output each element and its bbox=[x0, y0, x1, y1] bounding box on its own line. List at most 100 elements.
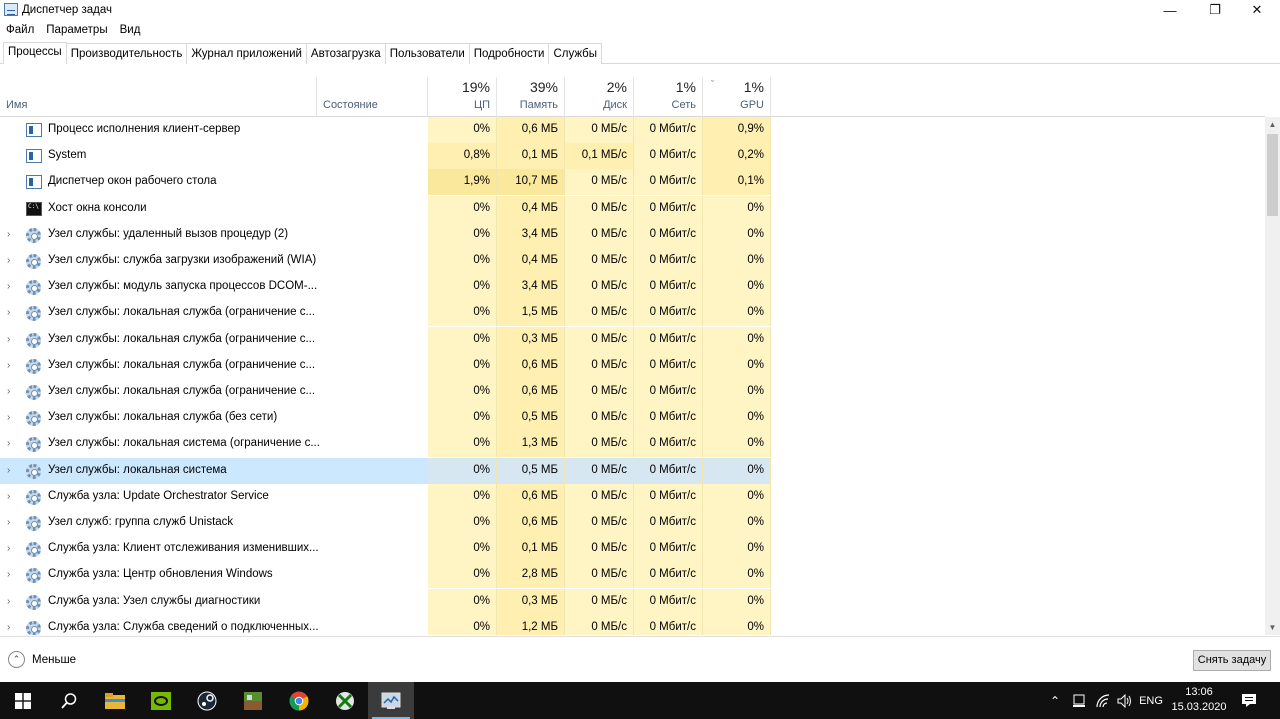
expand-chevron-icon[interactable]: › bbox=[7, 307, 10, 318]
expand-chevron-icon[interactable]: › bbox=[7, 255, 10, 266]
scroll-down-icon[interactable]: ▼ bbox=[1265, 620, 1280, 635]
collapse-icon[interactable]: ⌃ bbox=[8, 651, 25, 668]
network-cell: 0 Мбит/с bbox=[634, 458, 703, 484]
start-button[interactable] bbox=[0, 682, 46, 719]
expand-chevron-icon[interactable]: › bbox=[7, 386, 10, 397]
cpu-cell: 0% bbox=[428, 484, 497, 510]
process-row[interactable]: Диспетчер окон рабочего стола 1,9% 10,7 МБ… bbox=[0, 169, 1265, 195]
tab-startup[interactable]: Автозагрузка bbox=[305, 43, 386, 64]
header-memory[interactable]: 39% Память bbox=[497, 77, 565, 117]
process-row[interactable]: › Служба узла: Узел службы диагностики 0% 0… bbox=[0, 589, 1265, 615]
expand-chevron-icon[interactable]: › bbox=[7, 491, 10, 502]
header-gpu[interactable]: ˇ 1% GPU bbox=[703, 77, 771, 117]
tray-chevron-icon[interactable]: ⌃ bbox=[1046, 682, 1064, 719]
process-row[interactable]: › Узел службы: локальная служба (ограниче… bbox=[0, 300, 1265, 326]
tray-network[interactable] bbox=[1092, 682, 1114, 719]
process-row[interactable]: System 0,8% 0,1 МБ 0,1 МБ/с 0 Мбит/с 0,2% bbox=[0, 143, 1265, 169]
tray-language[interactable]: ENG bbox=[1136, 682, 1166, 719]
expand-chevron-icon[interactable]: › bbox=[7, 229, 10, 240]
process-name-cell: › Узел службы: удаленный вызов процедур (… bbox=[0, 222, 317, 248]
header-cpu[interactable]: 19% ЦП bbox=[428, 77, 497, 117]
taskbar-nvidia[interactable] bbox=[138, 682, 184, 719]
menu-options[interactable]: Параметры bbox=[40, 21, 113, 40]
expand-chevron-icon[interactable]: › bbox=[7, 412, 10, 423]
minimize-button[interactable]: — bbox=[1147, 0, 1193, 20]
process-row[interactable]: › Узел службы: локальная служба (ограниче… bbox=[0, 353, 1265, 379]
header-name[interactable]: Имя bbox=[0, 77, 317, 117]
expand-chevron-icon[interactable]: › bbox=[7, 281, 10, 292]
tab-services[interactable]: Службы bbox=[548, 43, 603, 64]
expand-chevron-icon[interactable]: › bbox=[7, 360, 10, 371]
scroll-up-icon[interactable]: ▲ bbox=[1265, 117, 1280, 132]
process-name: Узел службы: локальная служба (ограничен… bbox=[48, 359, 316, 371]
process-name: Узел службы: служба загрузки изображений… bbox=[48, 254, 317, 266]
process-row[interactable]: › Служба узла: Центр обновления Windows 0%… bbox=[0, 562, 1265, 588]
taskbar-task-manager[interactable] bbox=[368, 682, 414, 719]
maximize-button[interactable]: ❐ bbox=[1192, 0, 1238, 20]
expand-chevron-icon[interactable]: › bbox=[7, 596, 10, 607]
menu-file[interactable]: Файл bbox=[0, 21, 40, 40]
fewer-details-link[interactable]: Меньше bbox=[32, 654, 76, 666]
scroll-thumb[interactable] bbox=[1267, 134, 1278, 216]
disk-cell: 0 МБ/с bbox=[565, 169, 634, 195]
notification-icon bbox=[1242, 694, 1256, 707]
header-network-label: Сеть bbox=[671, 99, 696, 111]
process-name-cell: › Служба узла: Центр обновления Windows bbox=[0, 562, 317, 588]
header-network[interactable]: 1% Сеть bbox=[634, 77, 703, 117]
tray-volume[interactable] bbox=[1114, 682, 1136, 719]
process-row[interactable]: Хост окна консоли0%0,4 МБ0 МБ/с0 Мбит/с0… bbox=[0, 196, 1265, 222]
memory-cell: 0,6 МБ bbox=[497, 353, 565, 379]
header-state[interactable]: Состояние bbox=[317, 77, 428, 117]
process-state-cell bbox=[317, 615, 428, 635]
taskbar-steam[interactable] bbox=[184, 682, 230, 719]
header-disk-label: Диск bbox=[603, 99, 627, 111]
process-row[interactable]: › Узел служб: группа служб Unistack 0% 0,6 … bbox=[0, 510, 1265, 536]
header-gpu-label: GPU bbox=[740, 99, 764, 111]
disk-cell: 0 МБ/с bbox=[565, 379, 634, 405]
action-center[interactable] bbox=[1234, 682, 1264, 719]
menu-view[interactable]: Вид bbox=[114, 21, 147, 40]
process-name: Служба узла: Служба сведений о подключен… bbox=[48, 621, 319, 633]
expand-chevron-icon[interactable]: › bbox=[7, 334, 10, 345]
process-row[interactable]: › Узел службы: модуль запуска процессов D… bbox=[0, 274, 1265, 300]
expand-chevron-icon[interactable]: › bbox=[7, 438, 10, 449]
expand-chevron-icon[interactable]: › bbox=[7, 622, 10, 633]
process-row[interactable]: › Служба узла: Клиент отслеживания измени… bbox=[0, 536, 1265, 562]
process-name: Служба узла: Update Orchestrator Service bbox=[48, 490, 269, 502]
cpu-cell: 0% bbox=[428, 510, 497, 536]
close-button[interactable]: ✕ bbox=[1234, 0, 1280, 20]
process-row[interactable]: › Узел службы: локальная служба (ограниче… bbox=[0, 327, 1265, 353]
process-row[interactable]: › Узел службы: удаленный вызов процедур (… bbox=[0, 222, 1265, 248]
process-row[interactable]: › Узел службы: локальная система (огранич… bbox=[0, 431, 1265, 457]
process-name-cell: › Узел службы: локальная служба (ограниче… bbox=[0, 327, 317, 353]
taskbar-xbox[interactable] bbox=[322, 682, 368, 719]
gear-icon bbox=[26, 385, 41, 400]
process-row[interactable]: › Узел службы: локальная служба (ограниче… bbox=[0, 379, 1265, 405]
process-row[interactable]: › Узел службы: локальная служба (без сети… bbox=[0, 405, 1265, 431]
end-task-button[interactable]: Снять задачу bbox=[1193, 650, 1271, 671]
taskbar-chrome[interactable] bbox=[276, 682, 322, 719]
expand-chevron-icon[interactable]: › bbox=[7, 543, 10, 554]
process-state-cell bbox=[317, 353, 428, 379]
process-row[interactable]: Процесс исполнения клиент-сервер 0% 0,6 МБ… bbox=[0, 117, 1265, 143]
tab-users[interactable]: Пользователи bbox=[384, 43, 470, 64]
tab-processes[interactable]: Процессы bbox=[3, 42, 67, 64]
expand-chevron-icon[interactable]: › bbox=[7, 569, 10, 580]
expand-chevron-icon[interactable]: › bbox=[7, 465, 10, 476]
tab-performance[interactable]: Производительность bbox=[65, 43, 188, 64]
taskbar-file-explorer[interactable] bbox=[92, 682, 138, 719]
tab-app-history[interactable]: Журнал приложений bbox=[186, 43, 307, 64]
gear-icon bbox=[26, 595, 41, 610]
tray-clock[interactable]: 13:06 15.03.2020 bbox=[1168, 685, 1230, 715]
expand-chevron-icon[interactable]: › bbox=[7, 517, 10, 528]
search-button[interactable] bbox=[46, 682, 92, 719]
vertical-scrollbar[interactable]: ▲ ▼ bbox=[1265, 117, 1280, 635]
process-row[interactable]: › Узел службы: служба загрузки изображени… bbox=[0, 248, 1265, 274]
process-row[interactable]: › Служба узла: Update Orchestrator Servic… bbox=[0, 484, 1265, 510]
header-disk[interactable]: 2% Диск bbox=[565, 77, 634, 117]
tray-device-icon[interactable] bbox=[1068, 682, 1090, 719]
taskbar-minecraft[interactable] bbox=[230, 682, 276, 719]
process-row[interactable]: › Узел службы: локальная система 0% 0,5 МБ 0… bbox=[0, 458, 1265, 484]
process-row[interactable]: › Служба узла: Служба сведений о подключе… bbox=[0, 615, 1265, 635]
tab-details[interactable]: Подробности bbox=[468, 43, 550, 64]
